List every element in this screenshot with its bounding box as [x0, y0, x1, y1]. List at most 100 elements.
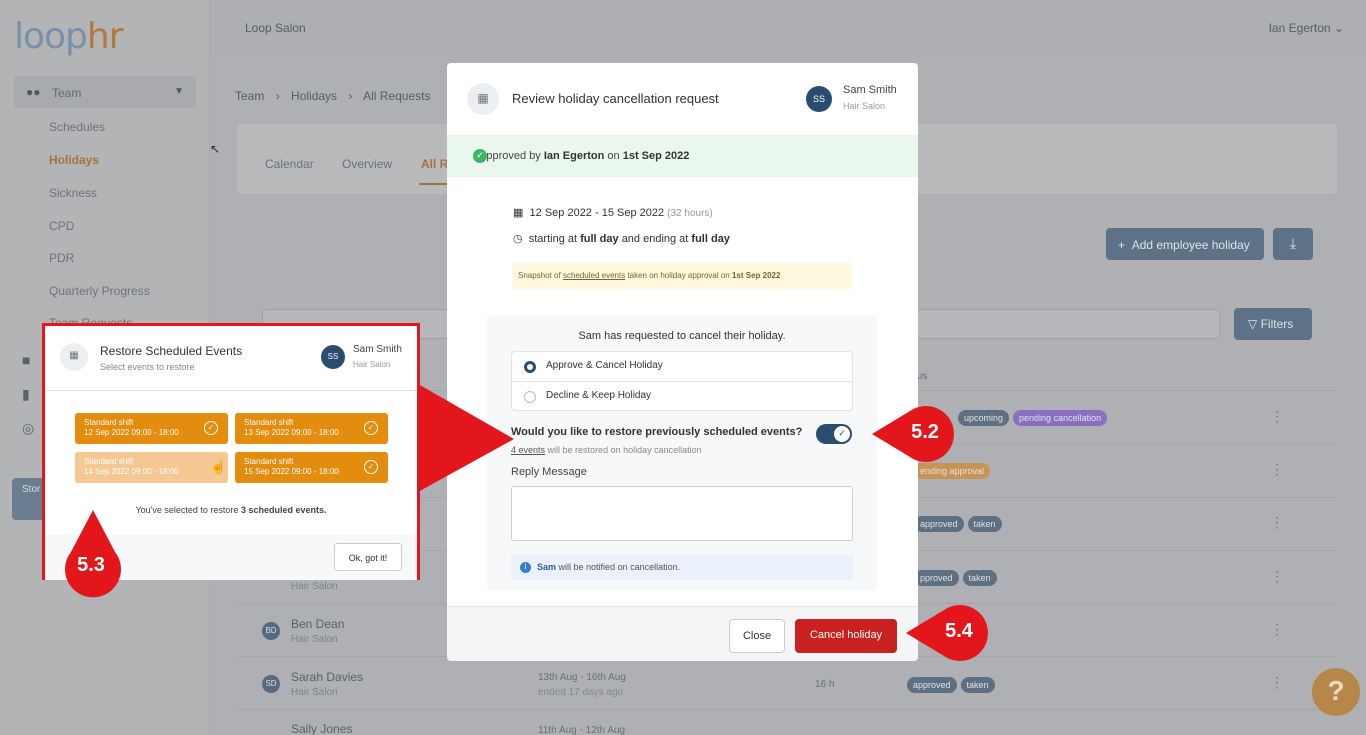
status-badge: taken [960, 677, 995, 693]
status-badge: taken [967, 516, 1002, 532]
sidebar-item-sickness[interactable]: Sickness [49, 186, 97, 200]
tab-all-requests[interactable]: All R [421, 157, 448, 171]
decision-options: Approve & Cancel Holiday Decline & Keep … [511, 351, 853, 411]
row-menu-icon[interactable]: ⋮ [1270, 408, 1284, 425]
status-badge: ending approval [914, 463, 991, 479]
team-icon: ●● [26, 85, 41, 99]
breadcrumb: Team › Holidays › All Requests [235, 89, 431, 103]
status-badge: approved [914, 516, 964, 532]
clock-icon: ◷ [513, 233, 523, 245]
info-icon: i [520, 562, 531, 573]
divider [45, 390, 417, 391]
calendar-icon: ▦ [513, 207, 524, 219]
sidebar-item-pdr[interactable]: PDR [49, 251, 74, 265]
hand-cursor-icon: ☝ [210, 459, 227, 474]
sidebar-item-holidays[interactable]: Holidays [49, 153, 99, 167]
user-name: Sam Smith [353, 344, 402, 355]
help-button[interactable]: ? [1312, 668, 1360, 716]
sidebar-item-cpd[interactable]: CPD [49, 219, 74, 233]
holiday-times: ◷ starting at full day and ending at ful… [513, 233, 730, 245]
org-name: Loop Salon [245, 21, 306, 35]
sidebar-item-schedules[interactable]: Schedules [49, 120, 105, 134]
radio-selected[interactable] [524, 361, 536, 373]
status-badge: upcoming [958, 410, 1010, 426]
employee-dept: Hair Salon [291, 634, 338, 645]
check-icon: ✓ [834, 426, 850, 442]
caret-down-icon: ▼ [174, 86, 184, 97]
user-menu[interactable]: Ian Egerton ⌄ [1269, 21, 1344, 35]
reply-message-textarea[interactable] [511, 486, 853, 541]
notify-banner: i Sam will be notified on cancellation. [511, 555, 853, 580]
employee-name[interactable]: Ben Dean [291, 617, 344, 631]
shift-card[interactable]: Standard shift 13 Sep 2022 09:00 - 18:00 … [235, 413, 388, 444]
shift-card[interactable]: Standard shift 12 Sep 2022 09:00 - 18:00 … [75, 413, 228, 444]
approved-banner: Approved by Ian Egerton on 1st Sep 2022 [447, 135, 918, 177]
status-badge: pending cancellation [1013, 410, 1108, 426]
mouse-pointer-icon: ↖ [210, 142, 221, 156]
approve-cancel-option[interactable]: Approve & Cancel Holiday [512, 352, 852, 381]
row-menu-icon[interactable]: ⋮ [1270, 461, 1284, 478]
row-menu-icon[interactable]: ⋮ [1270, 621, 1284, 638]
cancel-holiday-button[interactable]: Cancel holiday [795, 619, 897, 653]
decline-keep-option[interactable]: Decline & Keep Holiday [512, 381, 852, 410]
ok-got-it-button[interactable]: Ok, got it! [334, 543, 402, 571]
loophr-logo[interactable]: loophr [14, 16, 124, 57]
close-button[interactable]: Close [729, 619, 785, 653]
avatar: BD [262, 622, 280, 640]
check-icon: ✓ [364, 460, 378, 474]
sidebar-item-team[interactable]: ●● Team ▼ [14, 76, 196, 108]
status-badges: approved taken [914, 516, 1002, 532]
employee-name[interactable]: Sally Jones [291, 722, 352, 735]
callout-5-2-label: 5.2 [911, 421, 939, 443]
tab-calendar[interactable]: Calendar [265, 157, 314, 171]
request-text: Sam has requested to cancel their holida… [578, 330, 786, 342]
download-icon: ⤓ [1289, 235, 1297, 251]
calendar-icon: ▦ [60, 343, 88, 371]
row-menu-icon[interactable]: ⋮ [1270, 568, 1284, 585]
restore-events-toggle[interactable]: ✓ [816, 424, 852, 444]
employee-dept: Hair Salon [291, 687, 338, 698]
row-menu-icon[interactable]: ⋮ [1270, 514, 1284, 531]
cancel-request-box: Sam has requested to cancel their holida… [487, 315, 877, 591]
status-badges: approved taken [907, 677, 995, 693]
calendar-icon: ▦ [467, 83, 499, 115]
briefcase-icon[interactable]: ■ [22, 352, 30, 368]
globe-icon[interactable]: ◎ [22, 420, 34, 437]
status-badge: approved [907, 677, 957, 693]
download-button[interactable]: ⤓ [1273, 228, 1313, 260]
user-dept: Hair Salon [843, 101, 886, 111]
callout-5-3-label: 5.3 [77, 554, 105, 576]
holiday-dates: 11th Aug - 12th Aug [538, 725, 626, 735]
employee-dept: Hair Salon [291, 581, 338, 592]
user-dept: Hair Salon [353, 360, 391, 369]
crumb-all-requests: All Requests [363, 89, 431, 103]
scheduled-events-link[interactable]: scheduled events [563, 271, 625, 280]
check-icon: ✓ [364, 421, 378, 435]
avatar: SS [806, 86, 832, 112]
employee-name[interactable]: Sarah Davies [291, 670, 363, 684]
tab-overview[interactable]: Overview [342, 157, 392, 171]
snapshot-note: Snapshot of scheduled events taken on ho… [512, 263, 852, 289]
top-bar: Loop Salon Ian Egerton ⌄ [210, 0, 1366, 54]
sidebar-team-label: Team [52, 86, 82, 100]
shift-card[interactable]: Standard shift 15 Sep 2022 09:00 - 18:00 … [235, 452, 388, 483]
holiday-hours: 16 h [815, 679, 835, 690]
radio-unselected[interactable] [524, 391, 536, 403]
shift-card[interactable]: Standard shift 14 Sep 2022 09:00 - 18:00 … [75, 452, 228, 483]
filters-button[interactable]: ▽ Filters [1234, 308, 1312, 340]
reply-label: Reply Message [511, 466, 587, 478]
user-name: Sam Smith [843, 84, 897, 96]
crumb-holidays[interactable]: Holidays [291, 89, 337, 103]
review-cancellation-modal: ▦ Review holiday cancellation request SS… [447, 63, 918, 661]
modal-footer: Close Cancel holiday [447, 606, 918, 661]
row-menu-icon[interactable]: ⋮ [1270, 674, 1284, 691]
chart-icon[interactable]: ▮ [22, 386, 30, 403]
status-badges: upcoming pending cancellation [958, 410, 1108, 426]
crumb-team[interactable]: Team [235, 89, 264, 103]
add-employee-holiday-button[interactable]: + Add employee holiday [1106, 228, 1264, 260]
sidebar-item-quarterly-progress[interactable]: Quarterly Progress [49, 284, 150, 298]
modal-title: Review holiday cancellation request [512, 91, 719, 106]
avatar: SS [321, 345, 345, 369]
check-icon: ✓ [204, 421, 218, 435]
holiday-ended: ended 17 days ago [538, 687, 624, 698]
